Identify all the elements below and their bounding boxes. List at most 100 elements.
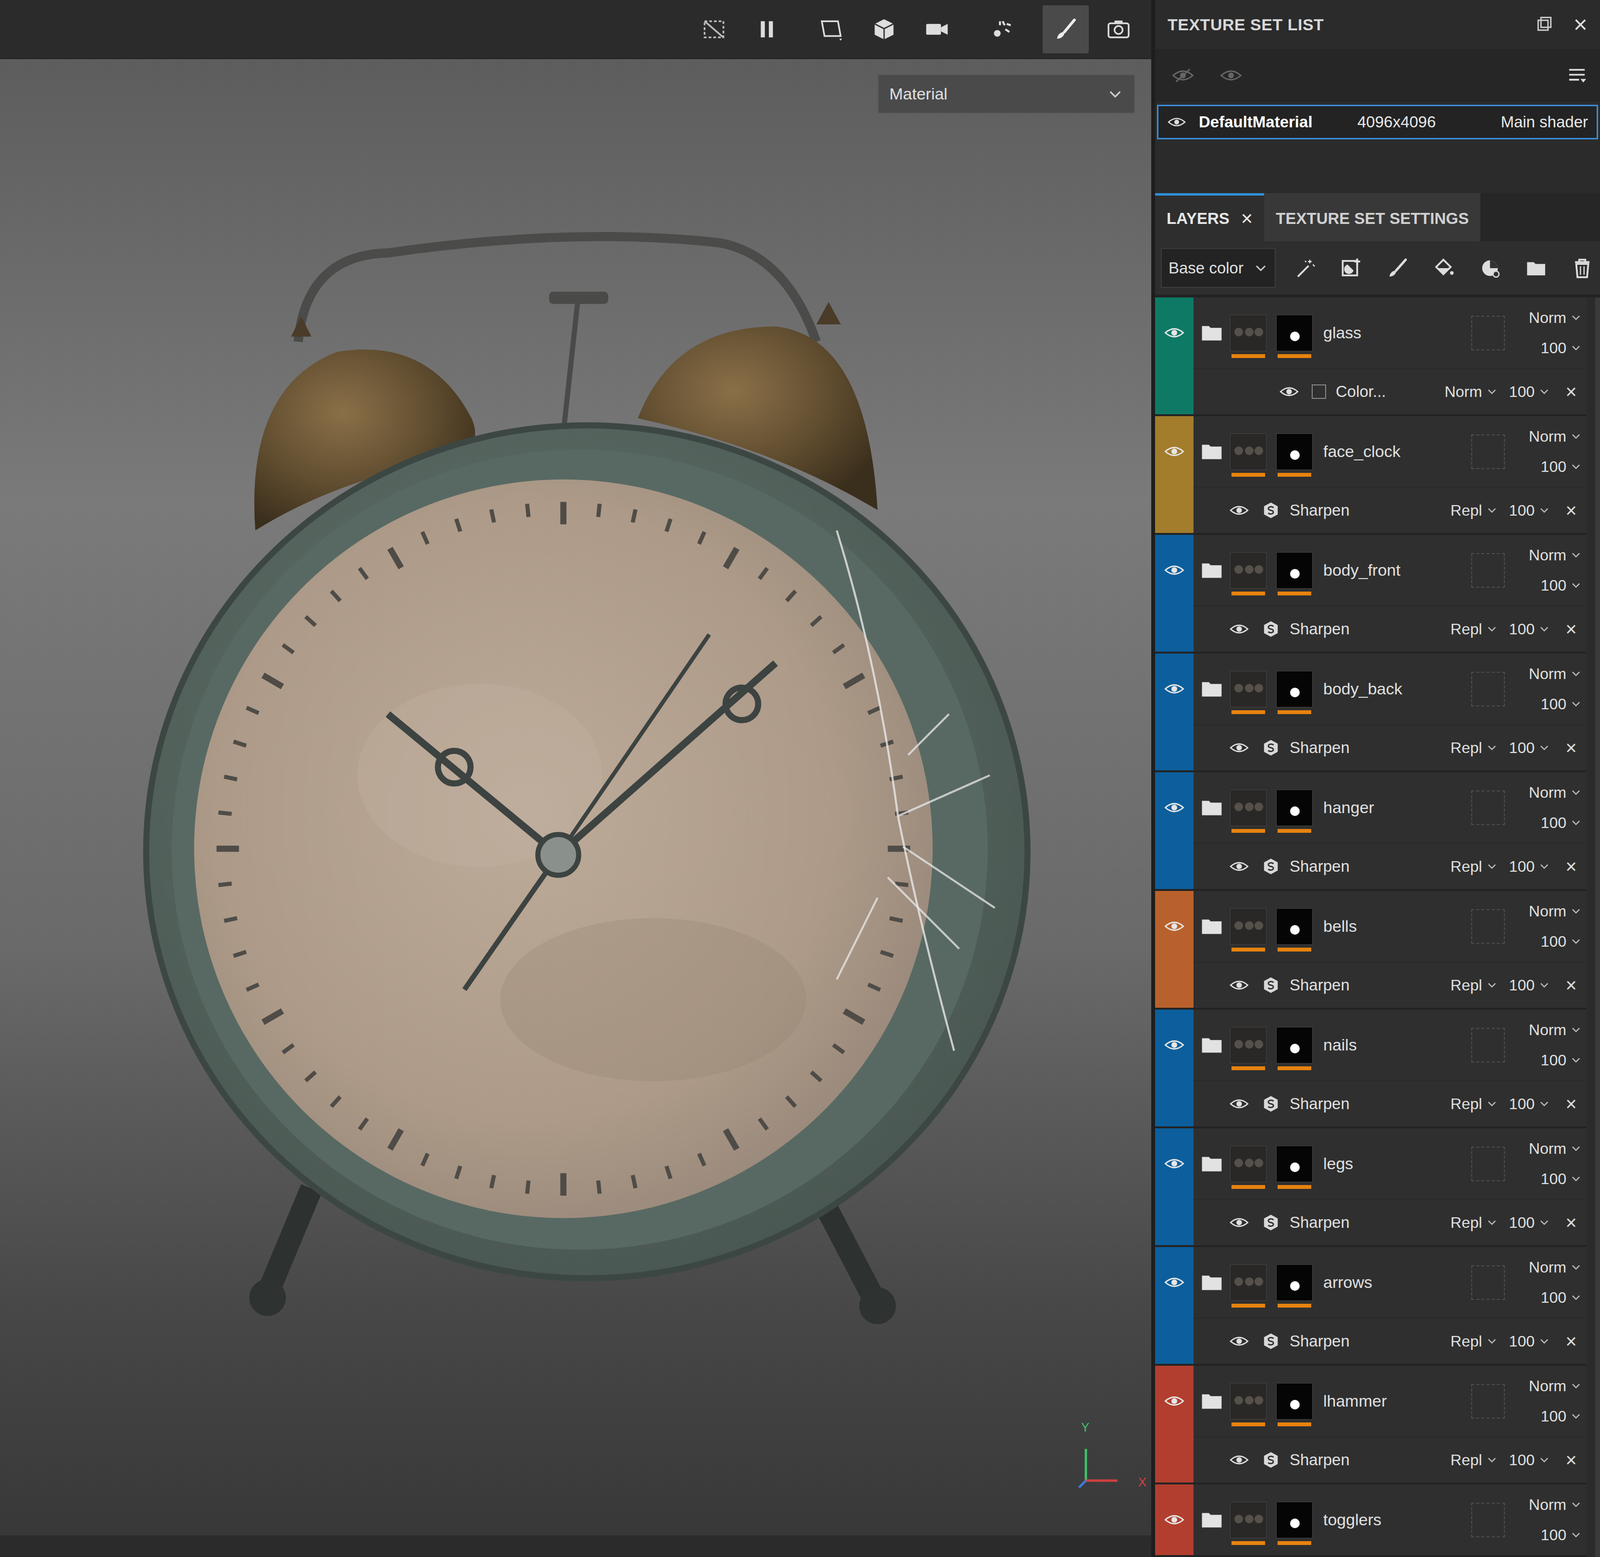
remove-effect-button[interactable]: × bbox=[1560, 618, 1587, 640]
effect-row[interactable]: SharpenRepl100× bbox=[1193, 1317, 1587, 1364]
blend-mode-dropdown[interactable]: Repl bbox=[1450, 738, 1498, 757]
eye-icon[interactable] bbox=[1163, 680, 1185, 697]
opacity-dropdown[interactable]: 100 bbox=[1509, 857, 1551, 876]
eye-icon[interactable] bbox=[1163, 1036, 1185, 1053]
remove-effect-button[interactable]: × bbox=[1560, 381, 1587, 403]
tab[interactable]: LAYERS× bbox=[1155, 193, 1265, 242]
float-window-icon[interactable] bbox=[1533, 13, 1555, 36]
layer-group[interactable]: nailsNorm100SharpenRepl100× bbox=[1155, 1009, 1587, 1129]
eye-icon[interactable] bbox=[1229, 621, 1250, 637]
blend-mode-dropdown[interactable]: Repl bbox=[1450, 1332, 1498, 1351]
layer-group[interactable]: togglersNorm100 bbox=[1155, 1484, 1587, 1557]
blend-mode-dropdown[interactable]: Norm bbox=[1528, 1139, 1582, 1158]
close-panel-button[interactable]: × bbox=[1573, 12, 1588, 37]
smart-material-icon[interactable] bbox=[1477, 255, 1502, 282]
opacity-dropdown[interactable]: 100 bbox=[1540, 695, 1582, 714]
layer-row[interactable]: glassNorm100 bbox=[1193, 297, 1587, 369]
eye-icon[interactable] bbox=[1163, 918, 1185, 935]
layer-group[interactable]: face_clockNorm100SharpenRepl100× bbox=[1155, 416, 1587, 535]
blend-mode-dropdown[interactable]: Norm bbox=[1528, 664, 1582, 683]
eye-icon[interactable] bbox=[1167, 114, 1187, 130]
texture-set-row[interactable]: DefaultMaterial4096x4096Main shader bbox=[1156, 104, 1599, 140]
view-mode-dropdown[interactable]: Material bbox=[877, 74, 1135, 114]
effect-row[interactable]: SharpenRepl100× bbox=[1193, 724, 1587, 771]
opacity-dropdown[interactable]: 100 bbox=[1540, 457, 1582, 476]
layer-group[interactable]: legsNorm100SharpenRepl100× bbox=[1155, 1128, 1587, 1247]
opacity-dropdown[interactable]: 100 bbox=[1509, 1332, 1551, 1351]
blend-mode-dropdown[interactable]: Repl bbox=[1450, 620, 1498, 639]
blend-mode-dropdown[interactable]: Repl bbox=[1450, 1095, 1498, 1113]
opacity-dropdown[interactable]: 100 bbox=[1540, 1051, 1582, 1070]
eye-icon[interactable] bbox=[1229, 977, 1250, 993]
trash-icon[interactable] bbox=[1570, 255, 1595, 282]
eye-icon[interactable] bbox=[1229, 858, 1250, 874]
effect-row[interactable]: SharpenRepl100× bbox=[1193, 486, 1587, 533]
remove-effect-button[interactable]: × bbox=[1560, 1449, 1587, 1471]
eye-icon[interactable] bbox=[1229, 1333, 1250, 1349]
eye-icon[interactable] bbox=[1163, 1511, 1185, 1528]
blend-mode-dropdown[interactable]: Norm bbox=[1528, 783, 1582, 802]
eye-icon[interactable] bbox=[1279, 383, 1300, 400]
blend-mode-dropdown[interactable]: Repl bbox=[1450, 501, 1498, 520]
frame-icon[interactable] bbox=[808, 5, 855, 54]
eye-icon[interactable] bbox=[1163, 799, 1185, 816]
opacity-dropdown[interactable]: 100 bbox=[1509, 501, 1551, 520]
remove-effect-button[interactable]: × bbox=[1560, 855, 1587, 878]
fill-layer-icon[interactable] bbox=[1431, 255, 1456, 282]
layer-row[interactable]: lhammerNorm100 bbox=[1193, 1365, 1587, 1437]
menu-icon[interactable] bbox=[1566, 64, 1588, 87]
blend-mode-dropdown[interactable]: Repl bbox=[1450, 976, 1498, 995]
3d-canvas[interactable]: MaterialYX bbox=[0, 59, 1152, 1536]
eye-icon[interactable] bbox=[1163, 562, 1185, 579]
remove-effect-button[interactable]: × bbox=[1560, 1211, 1587, 1234]
brush-icon[interactable] bbox=[1042, 5, 1089, 54]
effect-row[interactable]: SharpenRepl100× bbox=[1193, 1198, 1587, 1245]
eye-icon[interactable] bbox=[1229, 1452, 1250, 1468]
opacity-dropdown[interactable]: 100 bbox=[1509, 382, 1551, 401]
opacity-dropdown[interactable]: 100 bbox=[1540, 813, 1582, 832]
layer-row[interactable]: bellsNorm100 bbox=[1193, 890, 1587, 962]
blend-mode-dropdown[interactable]: Norm bbox=[1528, 1021, 1582, 1039]
layer-group[interactable]: body_frontNorm100SharpenRepl100× bbox=[1155, 534, 1587, 654]
layer-group[interactable]: glassNorm100Color...Norm100× bbox=[1155, 297, 1587, 417]
camera-icon[interactable] bbox=[913, 5, 960, 54]
blend-mode-dropdown[interactable]: Norm bbox=[1528, 308, 1582, 327]
layer-row[interactable]: face_clockNorm100 bbox=[1193, 416, 1587, 487]
remove-effect-button[interactable]: × bbox=[1560, 974, 1587, 997]
opacity-dropdown[interactable]: 100 bbox=[1509, 1095, 1551, 1113]
magic-wand-icon[interactable] bbox=[1292, 255, 1317, 282]
pause-icon[interactable] bbox=[743, 5, 790, 54]
remove-effect-button[interactable]: × bbox=[1560, 737, 1587, 759]
blend-mode-dropdown[interactable]: Norm bbox=[1444, 382, 1498, 401]
opacity-dropdown[interactable]: 100 bbox=[1509, 1213, 1551, 1232]
layer-group[interactable]: bellsNorm100SharpenRepl100× bbox=[1155, 890, 1587, 1010]
opacity-dropdown[interactable]: 100 bbox=[1509, 738, 1551, 757]
opacity-dropdown[interactable]: 100 bbox=[1540, 932, 1582, 951]
opacity-dropdown[interactable]: 100 bbox=[1540, 1526, 1582, 1544]
blend-mode-dropdown[interactable]: Norm bbox=[1528, 1377, 1582, 1395]
blend-mode-dropdown[interactable]: Repl bbox=[1450, 1451, 1498, 1469]
opacity-dropdown[interactable]: 100 bbox=[1540, 1169, 1582, 1188]
layer-row[interactable]: togglersNorm100 bbox=[1193, 1484, 1587, 1555]
layer-group[interactable]: hangerNorm100SharpenRepl100× bbox=[1155, 772, 1587, 891]
opacity-dropdown[interactable]: 100 bbox=[1540, 1288, 1582, 1307]
blend-mode-dropdown[interactable]: Repl bbox=[1450, 857, 1498, 876]
layer-group[interactable]: body_backNorm100SharpenRepl100× bbox=[1155, 653, 1587, 773]
effect-row[interactable]: Color...Norm100× bbox=[1193, 368, 1587, 415]
blend-mode-dropdown[interactable]: Norm bbox=[1528, 427, 1582, 446]
opacity-dropdown[interactable]: 100 bbox=[1509, 976, 1551, 995]
effect-row[interactable]: SharpenRepl100× bbox=[1193, 1080, 1587, 1127]
opacity-dropdown[interactable]: 100 bbox=[1540, 339, 1582, 357]
blend-mode-dropdown[interactable]: Repl bbox=[1450, 1213, 1498, 1232]
eye-icon[interactable] bbox=[1163, 324, 1185, 341]
layer-row[interactable]: nailsNorm100 bbox=[1193, 1009, 1587, 1081]
remove-effect-button[interactable]: × bbox=[1560, 499, 1587, 522]
eye-icon[interactable] bbox=[1163, 1274, 1185, 1291]
opacity-dropdown[interactable]: 100 bbox=[1540, 576, 1582, 595]
opacity-dropdown[interactable]: 100 bbox=[1509, 620, 1551, 639]
layer-row[interactable]: body_frontNorm100 bbox=[1193, 534, 1587, 606]
effect-row[interactable]: SharpenRepl100× bbox=[1193, 842, 1587, 889]
eye-icon[interactable] bbox=[1163, 1392, 1185, 1409]
remove-effect-button[interactable]: × bbox=[1560, 1330, 1587, 1353]
add-mask-icon[interactable] bbox=[1339, 255, 1364, 282]
